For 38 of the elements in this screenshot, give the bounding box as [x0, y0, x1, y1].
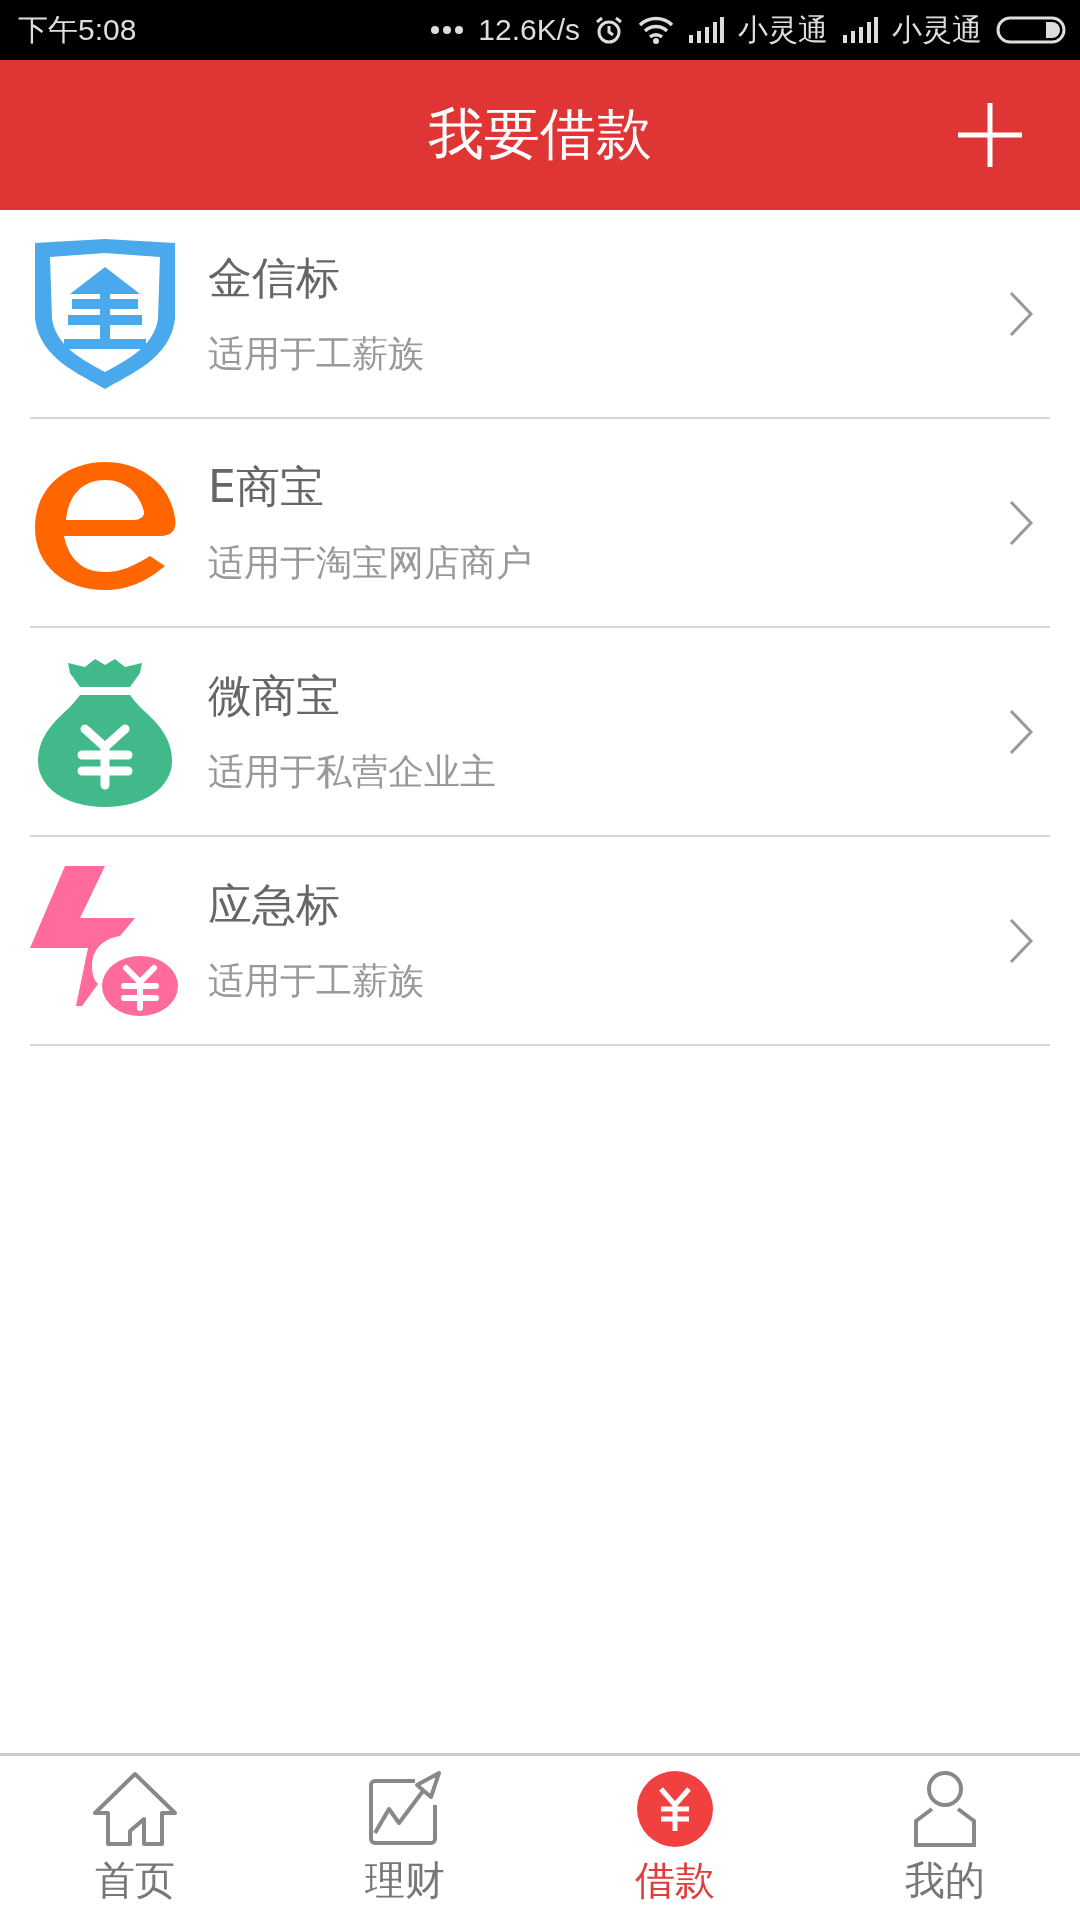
carrier-name: 小灵通 — [892, 11, 982, 48]
tab-item[interactable]: 理财 — [270, 1756, 540, 1920]
clock: 下午5:08 — [18, 11, 137, 48]
loan-title: 微商宝 — [208, 668, 341, 723]
chart-icon — [367, 1771, 443, 1847]
loan-item[interactable]: E商宝 适用于淘宝网店商户 — [30, 419, 1050, 628]
loan-item[interactable]: 微商宝 适用于私营企业主 — [30, 628, 1050, 837]
page-title: 我要借款 — [428, 100, 652, 168]
signal-icon — [842, 17, 878, 43]
chevron-right-icon — [1008, 916, 1034, 965]
loan-title: E商宝 — [208, 459, 325, 514]
loan-title: 应急标 — [208, 877, 341, 932]
lightning-coin-icon — [30, 865, 180, 1016]
battery-icon — [996, 16, 1066, 44]
user-icon — [912, 1771, 978, 1847]
loan-description: 适用于工薪族 — [208, 331, 425, 376]
alarm-icon — [594, 15, 624, 45]
home-icon — [92, 1771, 178, 1847]
tab-item[interactable]: 我的 — [810, 1756, 1080, 1920]
chevron-right-icon — [1008, 707, 1034, 756]
more-icon — [430, 25, 465, 35]
plus-icon — [956, 101, 1024, 169]
loan-description: 适用于工薪族 — [208, 958, 425, 1003]
signal-icon — [688, 17, 724, 43]
network-speed: 12.6K/s — [478, 13, 580, 47]
loan-description: 适用于淘宝网店商户 — [208, 540, 533, 585]
tab-item[interactable]: 首页 — [0, 1756, 270, 1920]
wifi-icon — [638, 16, 674, 44]
loan-item[interactable]: 金信标 适用于工薪族 — [30, 210, 1050, 419]
carrier-name: 小灵通 — [738, 11, 828, 48]
loan-description: 适用于私营企业主 — [208, 749, 497, 794]
loan-item[interactable]: 应急标 适用于工薪族 — [30, 837, 1050, 1046]
chevron-right-icon — [1008, 289, 1034, 338]
yen-icon — [637, 1771, 713, 1847]
tab-item[interactable]: 借款 — [540, 1756, 810, 1920]
add-button[interactable] — [956, 101, 1024, 169]
chevron-right-icon — [1008, 498, 1034, 547]
loan-title: 金信标 — [208, 250, 341, 305]
